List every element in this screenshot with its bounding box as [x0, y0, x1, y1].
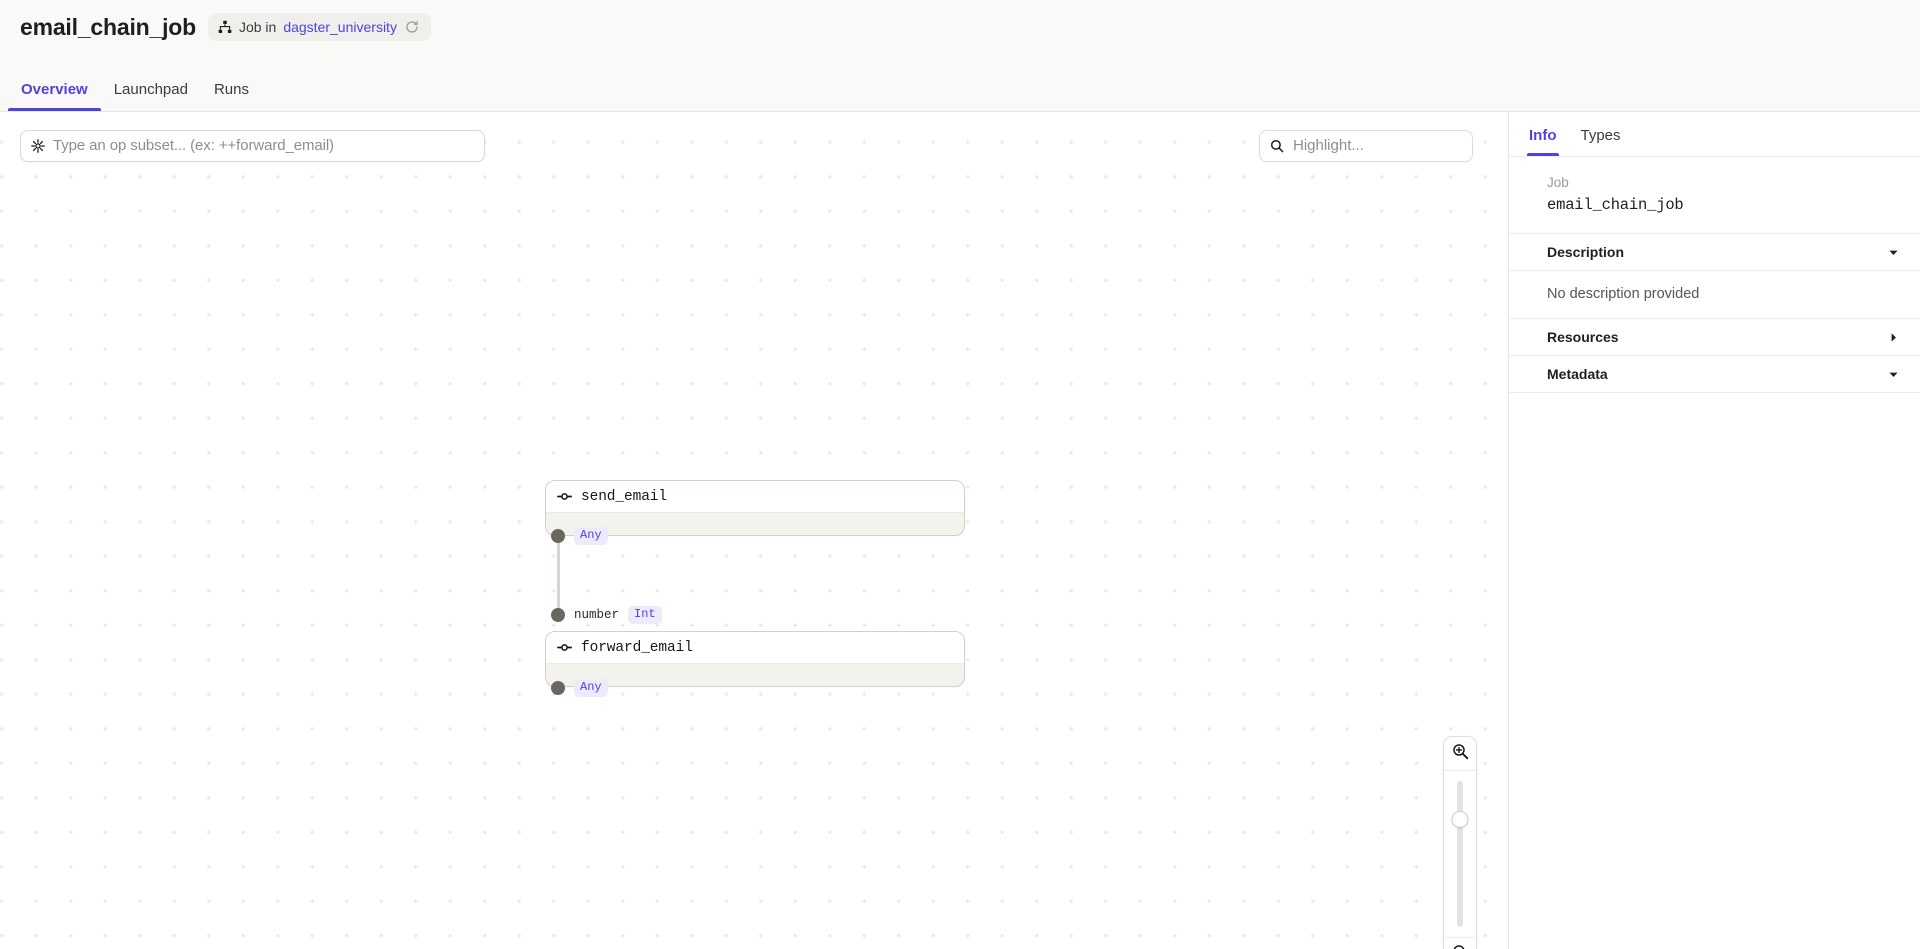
tab-info[interactable]: Info [1517, 127, 1569, 156]
op-node-body [546, 664, 964, 686]
op-output-port-send-email[interactable]: Any [551, 527, 608, 545]
page-tabs: Overview Launchpad Runs [0, 69, 262, 111]
tab-launchpad[interactable]: Launchpad [101, 81, 201, 111]
tab-runs[interactable]: Runs [201, 81, 262, 111]
tab-overview[interactable]: Overview [8, 81, 101, 111]
section-title: Resources [1547, 328, 1619, 346]
section-metadata[interactable]: Metadata [1509, 356, 1920, 393]
chevron-down-icon [1887, 246, 1899, 258]
op-node-header: forward_email [546, 632, 964, 664]
chevron-right-icon [1887, 331, 1899, 343]
zoom-in-icon [1452, 743, 1469, 765]
zoom-out-button[interactable] [1444, 937, 1476, 949]
zoom-slider-thumb[interactable] [1452, 811, 1469, 828]
zoom-in-button[interactable] [1444, 737, 1476, 771]
section-title: Description [1547, 243, 1624, 261]
description-body: No description provided [1509, 271, 1920, 319]
port-label: number [574, 608, 619, 622]
op-node-forward-email[interactable]: forward_email [545, 631, 965, 687]
job-location-badge[interactable]: Job in dagster_university [208, 13, 431, 41]
job-badge-prefix: Job in [239, 19, 276, 35]
op-node-header: send_email [546, 481, 964, 513]
sidebar-job-block: Job email_chain_job [1509, 157, 1920, 234]
op-node-body [546, 513, 964, 535]
op-subset-input[interactable]: Type an op subset... (ex: ++forward_emai… [20, 130, 485, 162]
port-type-chip[interactable]: Int [628, 606, 662, 624]
reload-icon[interactable] [405, 20, 420, 35]
job-field-value: email_chain_job [1547, 195, 1920, 215]
zoom-out-icon [1452, 944, 1469, 949]
graph-canvas[interactable]: Type an op subset... (ex: ++forward_emai… [0, 112, 1508, 949]
zoom-slider-track [1457, 781, 1463, 927]
repository-link[interactable]: dagster_university [283, 19, 397, 35]
op-subset-placeholder: Type an op subset... (ex: ++forward_emai… [53, 137, 334, 155]
search-icon [1270, 139, 1284, 153]
op-icon [557, 489, 572, 504]
tab-types[interactable]: Types [1569, 127, 1633, 156]
port-dot-icon [551, 529, 565, 543]
job-field-label: Job [1547, 174, 1920, 192]
page-title: email_chain_job [20, 10, 196, 44]
op-node-name: send_email [581, 489, 667, 505]
op-node-send-email[interactable]: send_email [545, 480, 965, 536]
job-graph-icon [218, 20, 232, 34]
zoom-slider[interactable] [1444, 771, 1476, 937]
zoom-controls [1443, 736, 1477, 949]
highlight-placeholder: Highlight... [1293, 137, 1364, 155]
title-row: email_chain_job Job in dagster_universit… [20, 10, 431, 44]
op-node-name: forward_email [581, 640, 693, 656]
op-selection-icon [31, 139, 45, 153]
chevron-down-icon [1887, 368, 1899, 380]
section-resources[interactable]: Resources [1509, 319, 1920, 356]
sidebar-tabs: Info Types [1509, 112, 1920, 157]
op-graph: send_email Any number Int [545, 448, 975, 828]
page-header: email_chain_job Job in dagster_universit… [0, 0, 1920, 112]
info-sidebar: Info Types Job email_chain_job Descripti… [1508, 112, 1920, 949]
op-input-port-number[interactable]: number Int [551, 606, 662, 624]
op-icon [557, 640, 572, 655]
graph-edge [557, 540, 560, 614]
op-output-port-forward-email[interactable]: Any [551, 679, 608, 697]
port-type-chip[interactable]: Any [574, 679, 608, 697]
port-dot-icon [551, 681, 565, 695]
highlight-input[interactable]: Highlight... [1259, 130, 1473, 162]
section-description[interactable]: Description [1509, 234, 1920, 271]
section-title: Metadata [1547, 365, 1608, 383]
job-overview-page: email_chain_job Job in dagster_universit… [0, 0, 1920, 949]
port-dot-icon [551, 608, 565, 622]
port-type-chip[interactable]: Any [574, 527, 608, 545]
